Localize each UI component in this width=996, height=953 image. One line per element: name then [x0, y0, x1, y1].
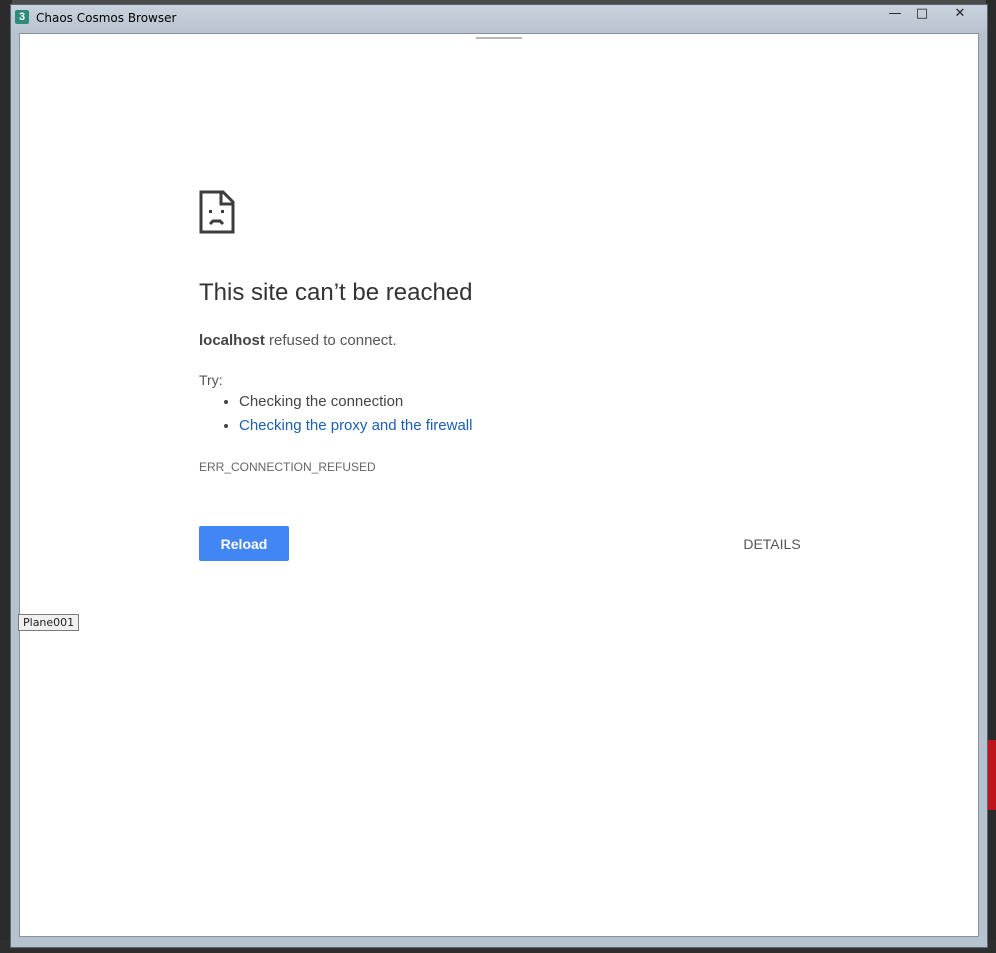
- error-heading: This site can’t be reached: [199, 279, 473, 306]
- refused-message: localhost refused to connect.: [199, 332, 397, 349]
- suggestion-item: Checking the proxy and the firewall: [239, 414, 472, 438]
- host-name: localhost: [199, 332, 265, 349]
- suggestion-list: Checking the connection Checking the pro…: [199, 390, 472, 438]
- title-bar[interactable]: 3 Chaos Cosmos Browser — □ ✕: [11, 5, 987, 31]
- sad-page-icon: [199, 190, 235, 234]
- maximize-button[interactable]: □: [909, 5, 935, 23]
- browser-content: This site can’t be reached localhost ref…: [19, 33, 979, 937]
- suggestion-item: Checking the connection: [239, 390, 472, 414]
- background-red-marker: [988, 740, 996, 810]
- close-button[interactable]: ✕: [937, 5, 983, 23]
- drag-handle[interactable]: [476, 37, 522, 39]
- window-title: Chaos Cosmos Browser: [36, 11, 177, 25]
- error-code: ERR_CONNECTION_REFUSED: [199, 460, 376, 474]
- details-button[interactable]: DETAILS: [736, 526, 808, 561]
- suggestion-proxy-firewall-link[interactable]: Checking the proxy and the firewall: [239, 417, 472, 434]
- browser-window: 3 Chaos Cosmos Browser — □ ✕ This site c…: [10, 4, 988, 948]
- minimize-button[interactable]: —: [882, 5, 908, 23]
- refused-text: refused to connect.: [264, 332, 397, 349]
- app-icon: 3: [15, 10, 29, 24]
- suggestion-check-connection: Checking the connection: [239, 393, 404, 410]
- viewport-object-label: Plane001: [18, 614, 80, 631]
- try-label: Try:: [199, 372, 223, 388]
- reload-button[interactable]: Reload: [199, 526, 289, 561]
